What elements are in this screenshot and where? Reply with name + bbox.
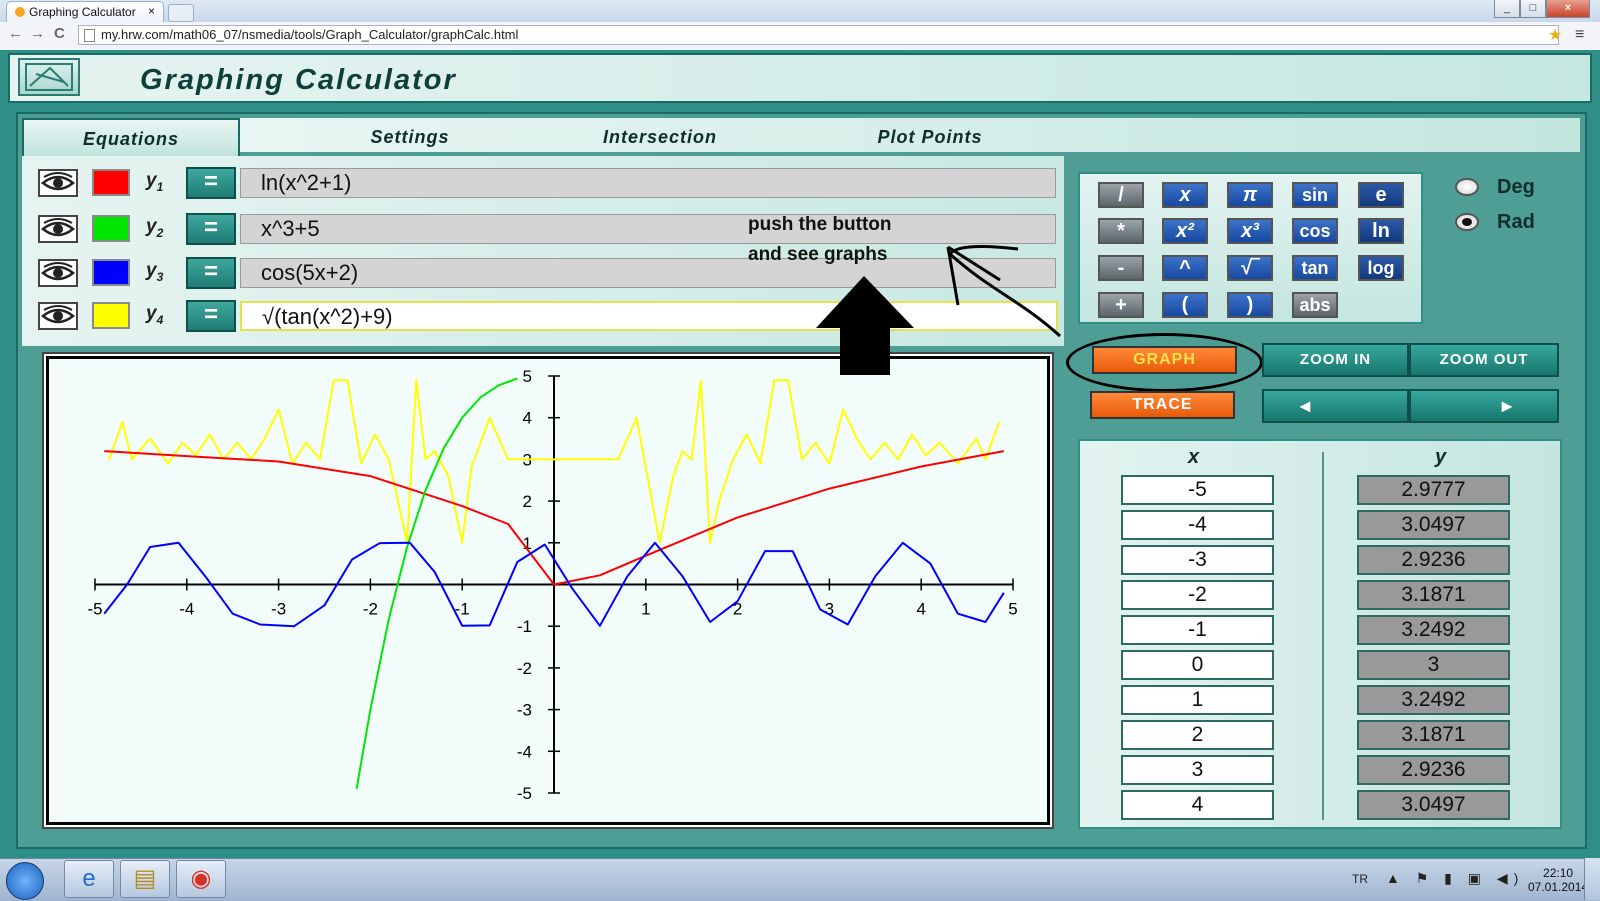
language-indicator[interactable]: TR <box>1352 872 1368 886</box>
pan-right-button[interactable]: ► <box>1409 389 1559 423</box>
key-button[interactable]: log <box>1358 255 1404 281</box>
table-x-cell[interactable]: 0 <box>1121 650 1274 680</box>
chrome-taskbar-icon[interactable]: ◉ <box>176 860 226 898</box>
curved-arrow-head <box>946 245 1001 306</box>
zoom-in-button[interactable]: ZOOM IN <box>1262 343 1409 377</box>
clock[interactable]: 22:10 07.01.2014 <box>1528 866 1588 894</box>
table-y-cell: 3.2492 <box>1357 685 1510 715</box>
start-button[interactable] <box>6 862 44 900</box>
explorer-taskbar-icon[interactable]: ▤ <box>120 860 170 898</box>
x-column-header: x <box>1188 446 1200 468</box>
y-column-header: y <box>1435 446 1447 468</box>
clock-date: 07.01.2014 <box>1528 880 1589 894</box>
table-x-cell[interactable]: -1 <box>1121 615 1274 645</box>
table-x-cell[interactable]: -5 <box>1121 475 1274 505</box>
table-x-cell[interactable]: -2 <box>1121 580 1274 610</box>
key-button[interactable]: / <box>1098 182 1144 208</box>
table-x-cell[interactable]: 4 <box>1121 790 1274 820</box>
table-divider <box>1322 452 1324 820</box>
key-button[interactable]: tan <box>1292 255 1338 281</box>
table-y-cell: 3.1871 <box>1357 720 1510 750</box>
key-button[interactable]: cos <box>1292 218 1338 244</box>
table-y-cell: 2.9236 <box>1357 545 1510 575</box>
table-x-cell[interactable]: -4 <box>1121 510 1274 540</box>
key-button[interactable]: ln <box>1358 218 1404 244</box>
key-button[interactable]: x³ <box>1227 218 1273 244</box>
key-button[interactable]: ( <box>1162 292 1208 318</box>
table-x-cell[interactable]: 3 <box>1121 755 1274 785</box>
deg-label: Deg <box>1497 176 1535 198</box>
key-button[interactable]: ) <box>1227 292 1273 318</box>
key-button[interactable]: + <box>1098 292 1144 318</box>
key-button[interactable]: x² <box>1162 218 1208 244</box>
tray-icons[interactable]: ▲ ⚑ ▮ ▣ ◀) <box>1386 870 1524 887</box>
key-button[interactable]: abs <box>1292 292 1338 318</box>
deg-radio[interactable] <box>1455 178 1479 196</box>
key-button[interactable]: * <box>1098 218 1144 244</box>
key-button[interactable]: - <box>1098 255 1144 281</box>
table-x-cell[interactable]: 1 <box>1121 685 1274 715</box>
table-y-cell: 3.0497 <box>1357 510 1510 540</box>
key-button[interactable]: sin <box>1292 182 1338 208</box>
up-arrow-annotation <box>816 276 914 375</box>
key-button[interactable]: π <box>1227 182 1273 208</box>
rad-label: Rad <box>1497 211 1535 233</box>
key-button[interactable]: √‾ <box>1227 255 1273 281</box>
key-button[interactable]: x <box>1162 182 1208 208</box>
key-button[interactable]: ^ <box>1162 255 1208 281</box>
table-y-cell: 3.0497 <box>1357 790 1510 820</box>
table-y-cell: 2.9236 <box>1357 755 1510 785</box>
ie-taskbar-icon[interactable]: e <box>64 860 114 898</box>
table-x-cell[interactable]: 2 <box>1121 720 1274 750</box>
table-y-cell: 3 <box>1357 650 1510 680</box>
zoom-out-button[interactable]: ZOOM OUT <box>1409 343 1559 377</box>
table-x-cell[interactable]: -3 <box>1121 545 1274 575</box>
clock-time: 22:10 <box>1543 866 1574 880</box>
table-y-cell: 2.9777 <box>1357 475 1510 505</box>
pan-left-button[interactable]: ◄ <box>1262 389 1409 423</box>
trace-button[interactable]: TRACE <box>1090 391 1235 419</box>
table-y-cell: 3.2492 <box>1357 615 1510 645</box>
key-button[interactable]: e <box>1358 182 1404 208</box>
rad-radio[interactable] <box>1455 213 1479 231</box>
table-y-cell: 3.1871 <box>1357 580 1510 610</box>
show-desktop-button[interactable] <box>1584 858 1600 900</box>
graph-button-highlight <box>1066 333 1263 392</box>
